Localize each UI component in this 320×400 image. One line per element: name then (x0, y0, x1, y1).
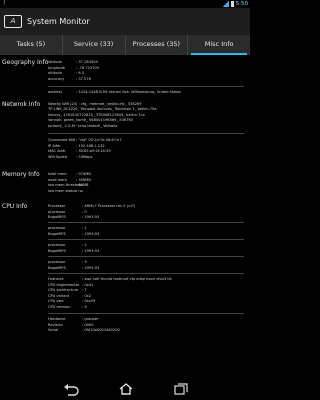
recent-apps-icon[interactable] (172, 381, 190, 395)
app-title: System Monitor (27, 17, 90, 26)
divider (48, 256, 244, 257)
tab-tasks[interactable]: Tasks (5) (0, 35, 63, 55)
row-label: CPU revision (48, 304, 71, 309)
row-label: accuracy (48, 76, 65, 81)
divider (48, 313, 244, 314)
misc-info-panel[interactable]: Geography Info latitude: 37.264304 longi… (0, 55, 250, 375)
row-label: Serial (48, 328, 59, 332)
divider (48, 133, 244, 134)
geo-row-address: address : 1414-1448 N Mt Vernon Ave, Will… (48, 90, 181, 96)
clock: 5:50 (235, 1, 248, 7)
row-label: BogoMIPS (48, 215, 66, 219)
cpu-row-bogomips: BogoMIPS : 1993.93 (48, 249, 99, 255)
row-label: Wifi Speed (48, 154, 68, 159)
battery-icon (230, 1, 234, 7)
divider (48, 86, 244, 87)
row-value: : 1993.93 (82, 215, 100, 219)
nearby-wifi-line: jordan4_ C.K.M~ccna tested!_ Valhalla (48, 123, 118, 128)
row-value: : 1414-1448 N Mt Vernon Ave, Williamsbur… (76, 90, 182, 94)
app-logo-icon[interactable]: A (4, 15, 22, 28)
row-label: BogoMIPS (48, 265, 66, 270)
tab-processes[interactable]: Processes (35) (126, 35, 189, 55)
row-value: : ARMv7 Processor rev 9 (v7l) (82, 204, 135, 208)
divider (48, 222, 244, 223)
tab-service[interactable]: Service (33) (63, 35, 126, 55)
divider (48, 273, 244, 274)
row-label: BogoMIPS (48, 231, 66, 236)
navigation-bar (0, 376, 250, 400)
tab-misc-info[interactable]: Misc Info (188, 35, 250, 55)
app-logo-text: A (10, 17, 16, 25)
row-label: low mem status (48, 188, 77, 193)
row-value: : 1993.93 (82, 265, 100, 270)
section-title-network: Netwrok Info (2, 101, 41, 108)
cpu-row-bogomips: BogoMIPS : 1993.93 (48, 266, 99, 272)
row-value: : 9 (82, 304, 87, 309)
row-value: : 0f410a0001440200 (82, 328, 120, 332)
notification-icon: ! (3, 0, 6, 7)
divider (48, 239, 244, 240)
net-row-wifi-speed: Wifi Speed : 54Mbps (48, 155, 122, 161)
cpu-row-serial: Serial : 0f410a0001440200 (48, 328, 120, 334)
row-value: : 1993.93 (82, 231, 100, 236)
home-icon[interactable] (117, 381, 135, 395)
cpu-row-bogomips: BogoMIPS : 1993.93 (48, 232, 99, 238)
row-value: : swp half thumb fastmult vfp edsp neon … (82, 277, 172, 281)
geo-row-accuracy: accuracy : 37.576 (48, 77, 99, 83)
status-bar: ! 5:50 (0, 0, 250, 8)
row-label: BogoMIPS (48, 248, 66, 253)
cpu-row-bogomips: BogoMIPS : 1993.93 (48, 215, 135, 221)
section-title-geography: Geography Info (2, 59, 49, 66)
action-bar: A System Monitor (0, 8, 250, 35)
back-icon[interactable] (62, 381, 80, 396)
tab-bar: Tasks (5) Service (33) Processes (35) Mi… (0, 35, 250, 55)
mem-row-status: low mem status: no (48, 189, 91, 195)
section-title-cpu: CPU Info (2, 203, 28, 210)
row-value: : 37.576 (76, 76, 91, 81)
row-value: : 1993.93 (82, 248, 100, 253)
cpu-row-revision: CPU revision : 9 (48, 305, 172, 311)
wifi-signal-icon (222, 1, 229, 7)
row-value: : no (76, 188, 83, 193)
row-value: : 54Mbps (76, 154, 93, 159)
section-title-memory: Memory Info (2, 171, 40, 178)
row-label: address (48, 90, 63, 94)
